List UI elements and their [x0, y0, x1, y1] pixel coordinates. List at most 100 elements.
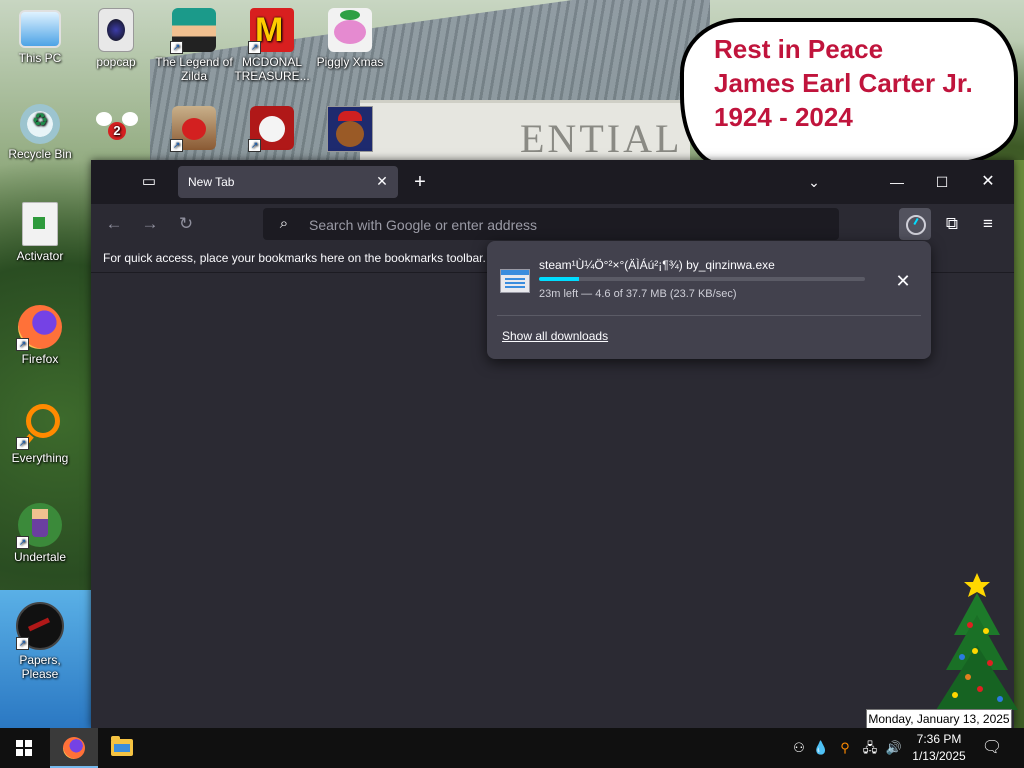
date-tooltip: Monday, January 13, 2025 [866, 709, 1012, 729]
minimize-icon[interactable]: — [882, 168, 912, 196]
tab-title: New Tab [188, 175, 235, 189]
desktop-icon-mcdonal[interactable]: M ↗ MCDONAL TREASURE... [232, 8, 312, 83]
folder-icon [111, 736, 133, 756]
recycle-bin-icon: ♻ [20, 104, 60, 144]
navigation-toolbar: ← → ↻ ⌕ ⧉ ≡ [91, 204, 1014, 244]
desktop-icon-activator[interactable]: Activator [0, 202, 80, 263]
action-center-icon[interactable]: 🗨 [980, 728, 1004, 768]
shortcut-arrow-icon: ↗ [16, 536, 29, 549]
desktop-icon-label: Piggly Xmas [316, 55, 384, 69]
undertale-icon: ↗ [16, 503, 62, 549]
shortcut-arrow-icon: ↗ [248, 139, 261, 152]
desktop-icon-firefox[interactable]: ↗ Firefox [0, 305, 80, 366]
snowman-icon: ↗ [248, 106, 294, 152]
memorial-text: Rest in Peace James Earl Carter Jr. 1924… [714, 32, 973, 134]
memorial-line-2: James Earl Carter Jr. [714, 68, 973, 98]
people-tray-icon[interactable]: ⚇ [790, 728, 808, 768]
window-close-icon[interactable]: ✕ [973, 168, 1003, 196]
close-icon[interactable]: ✕ [374, 173, 390, 189]
taskbar: ⚇ 💧 ⚲ 🖧 🔊 7:36 PM 1/13/2025 🗨 [0, 728, 1024, 768]
desktop-icon-recycle-bin[interactable]: ♻ Recycle Bin [0, 104, 80, 161]
chevron-down-icon[interactable]: ⌄ [804, 172, 824, 192]
extensions-puzzle-icon[interactable]: ⧉ [940, 212, 964, 236]
everything-tray-icon[interactable]: ⚲ [836, 728, 854, 768]
papers-please-icon: ↗ [16, 602, 64, 650]
bookmarks-toolbar-hint: For quick access, place your bookmarks h… [103, 251, 486, 265]
teddy-bear-icon [327, 106, 373, 152]
search-icon: ⌕ [279, 215, 289, 232]
desktop-icon-game-2[interactable]: 2 [76, 106, 156, 153]
volume-icon[interactable]: 🔊 [884, 728, 904, 768]
shortcut-arrow-icon: ↗ [248, 41, 261, 54]
memorial-line-1: Rest in Peace [714, 34, 884, 64]
firefox-view-icon[interactable]: ▭ [139, 172, 159, 192]
shortcut-arrow-icon: ↗ [16, 637, 29, 650]
download-status: 23m left — 4.6 of 37.7 MB (23.7 KB/sec) [539, 288, 737, 300]
hamburger-menu-icon[interactable]: ≡ [976, 212, 1000, 236]
desktop-icon-snowman[interactable]: ↗ [232, 106, 312, 153]
back-arrow-icon[interactable]: ← [102, 212, 126, 236]
desktop-icon-this-pc[interactable]: This PC [0, 8, 80, 65]
desktop-icon-label: Firefox [21, 352, 59, 366]
zilda-icon: ↗ [170, 8, 216, 54]
wallpaper-building-text: ENTIAL [520, 116, 683, 161]
windows-logo-icon [16, 740, 32, 756]
shortcut-arrow-icon: ↗ [16, 338, 29, 351]
download-progress-fill [539, 277, 579, 281]
address-input[interactable] [307, 208, 831, 242]
download-progress-icon [906, 215, 926, 235]
reload-icon[interactable]: ↻ [174, 212, 198, 236]
angel-icon: 2 [94, 106, 138, 150]
desktop-icon-legend-zilda[interactable]: ↗ The Legend of Zilda [154, 8, 234, 83]
url-bar[interactable]: ⌕ [263, 208, 839, 242]
download-filename[interactable]: steam¹Ù¼Ö°²×°(ÄÌÁú²¡¶¾) by_qinzinwa.exe [539, 258, 775, 272]
tab-new-tab[interactable]: New Tab ✕ [178, 166, 398, 198]
tab-strip: ▭ New Tab ✕ + ⌄ — ☐ ✕ [91, 160, 1014, 204]
desktop-icon-teddy-bear[interactable] [310, 106, 390, 155]
show-all-downloads-link[interactable]: Show all downloads [502, 329, 608, 343]
desktop-icon-label: popcap [96, 55, 136, 69]
desktop-icon-label: Everything [11, 451, 69, 465]
forward-arrow-icon[interactable]: → [138, 212, 162, 236]
desktop-icon-papers-please[interactable]: ↗ Papers, Please [0, 602, 80, 681]
shortcut-arrow-icon: ↗ [170, 139, 183, 152]
desktop-icon-undertale[interactable]: ↗ Undertale [0, 503, 80, 564]
taskbar-file-explorer[interactable] [98, 728, 146, 768]
download-progress-bar [539, 277, 865, 281]
desktop-icon-label: Papers, Please [19, 653, 61, 681]
network-icon[interactable]: 🖧 [860, 728, 880, 768]
shortcut-arrow-icon: ↗ [16, 437, 29, 450]
desktop-icon-piggly[interactable]: Piggly Xmas [310, 8, 390, 69]
mcdonalds-icon: M ↗ [248, 8, 294, 54]
firefox-icon: ↗ [16, 305, 62, 351]
desktop-icon-label: Activator [16, 249, 64, 263]
desktop-icon-label: MCDONAL TREASURE... [234, 55, 310, 83]
memorial-line-3: 1924 - 2024 [714, 102, 853, 132]
shortcut-arrow-icon: ↗ [170, 41, 183, 54]
new-tab-plus-icon[interactable]: + [409, 172, 431, 194]
desktop-icon-label: The Legend of Zilda [155, 55, 233, 83]
desktop-icon-label: Undertale [13, 550, 67, 564]
maximize-icon[interactable]: ☐ [927, 168, 957, 196]
clock-time: 7:36 PM [916, 732, 962, 746]
document-icon [22, 202, 58, 246]
droplet-tray-icon[interactable]: 💧 [812, 728, 830, 768]
taskbar-clock[interactable]: 7:36 PM 1/13/2025 [908, 728, 970, 768]
divider [497, 315, 921, 316]
piggly-icon [328, 8, 372, 52]
desktop-icon-angry-birds-seasons[interactable]: ↗ [154, 106, 234, 153]
clock-date: 1/13/2025 [912, 749, 966, 763]
magnifier-icon: ↗ [16, 404, 62, 450]
desktop-icon-everything[interactable]: ↗ Everything [0, 404, 80, 465]
taskbar-firefox[interactable] [50, 728, 98, 768]
angry-birds-icon: ↗ [170, 106, 216, 152]
desktop-icon-label: This PC [18, 51, 62, 65]
downloads-panel: steam¹Ù¼Ö°²×°(ÄÌÁú²¡¶¾) by_qinzinwa.exe … [487, 241, 931, 359]
computer-icon [19, 10, 61, 48]
cancel-download-icon[interactable]: ✕ [891, 269, 915, 293]
start-button[interactable] [0, 728, 48, 768]
desktop-icon-label: Recycle Bin [8, 147, 72, 161]
desktop-icon-popcap[interactable]: popcap [76, 8, 156, 69]
downloads-button[interactable] [899, 208, 931, 240]
executable-file-icon [500, 269, 530, 293]
